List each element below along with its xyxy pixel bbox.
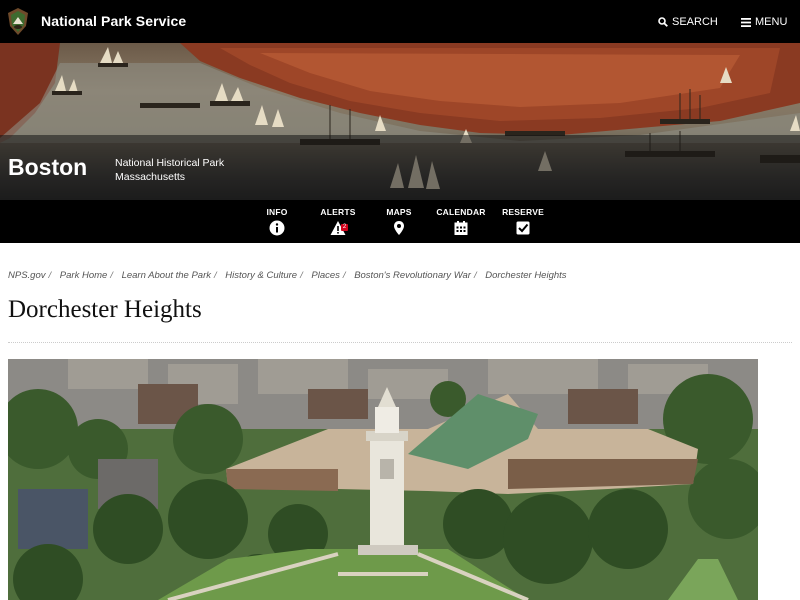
nav-reserve-label: RESERVE: [502, 207, 544, 217]
search-button[interactable]: SEARCH: [658, 16, 718, 28]
title-divider: [8, 342, 792, 343]
site-title[interactable]: National Park Service: [41, 13, 186, 29]
park-banner: Boston National Historical Park Massachu…: [0, 43, 800, 200]
breadcrumb-separator: /: [110, 270, 113, 281]
breadcrumb-current: Dorchester Heights: [485, 270, 567, 281]
breadcrumb-separator: /: [300, 270, 303, 281]
nps-arrowhead-logo-icon[interactable]: [8, 8, 28, 35]
breadcrumb-history[interactable]: History & Culture: [225, 270, 297, 281]
checkbox-icon: [516, 221, 530, 235]
park-name[interactable]: Boston: [8, 154, 87, 181]
nav-calendar[interactable]: CALENDAR: [431, 207, 491, 236]
alert-count-badge: 2: [341, 224, 348, 231]
nav-calendar-label: CALENDAR: [436, 207, 486, 217]
top-bar: National Park Service SEARCH MENU: [0, 0, 800, 43]
dorchester-monument-photo: [8, 359, 758, 600]
breadcrumb-separator: /: [342, 270, 346, 281]
breadcrumb-park-home[interactable]: Park Home: [60, 270, 108, 281]
park-designation: National Historical Park Massachusetts: [115, 156, 224, 184]
map-pin-icon: [394, 221, 404, 235]
nav-reserve[interactable]: RESERVE: [493, 207, 553, 236]
breadcrumb-places[interactable]: Places: [311, 270, 340, 281]
menu-label: MENU: [755, 16, 788, 28]
alert-icon-wrap: 2: [330, 220, 348, 236]
park-nav: INFO ALERTS 2 MAPS CALENDAR RESERVE: [0, 200, 800, 243]
hamburger-icon: [741, 17, 751, 27]
nav-alerts-label: ALERTS: [320, 207, 356, 217]
info-icon: [269, 220, 285, 236]
breadcrumb-separator: /: [214, 270, 217, 281]
nav-info-label: INFO: [266, 207, 288, 217]
breadcrumb-separator: /: [473, 270, 477, 281]
breadcrumb-separator: /: [48, 270, 52, 281]
breadcrumb: NPS.gov / Park Home / Learn About the Park…: [8, 270, 567, 281]
search-icon: [658, 17, 668, 27]
breadcrumb-nps[interactable]: NPS.gov: [8, 270, 46, 281]
park-state: Massachusetts: [115, 171, 186, 183]
nav-alerts[interactable]: ALERTS 2: [308, 207, 368, 236]
calendar-icon: [454, 221, 468, 235]
nav-info[interactable]: INFO: [247, 207, 307, 236]
nav-maps[interactable]: MAPS: [369, 207, 429, 236]
nav-maps-label: MAPS: [386, 207, 412, 217]
search-label: SEARCH: [672, 16, 718, 28]
park-designation-text: National Historical Park: [115, 157, 225, 169]
menu-button[interactable]: MENU: [741, 16, 787, 28]
breadcrumb-learn[interactable]: Learn About the Park: [122, 270, 211, 281]
aerial-photo-image: [8, 359, 758, 600]
breadcrumb-revolutionary-war[interactable]: Boston's Revolutionary War: [354, 270, 471, 281]
page-title: Dorchester Heights: [8, 296, 202, 323]
